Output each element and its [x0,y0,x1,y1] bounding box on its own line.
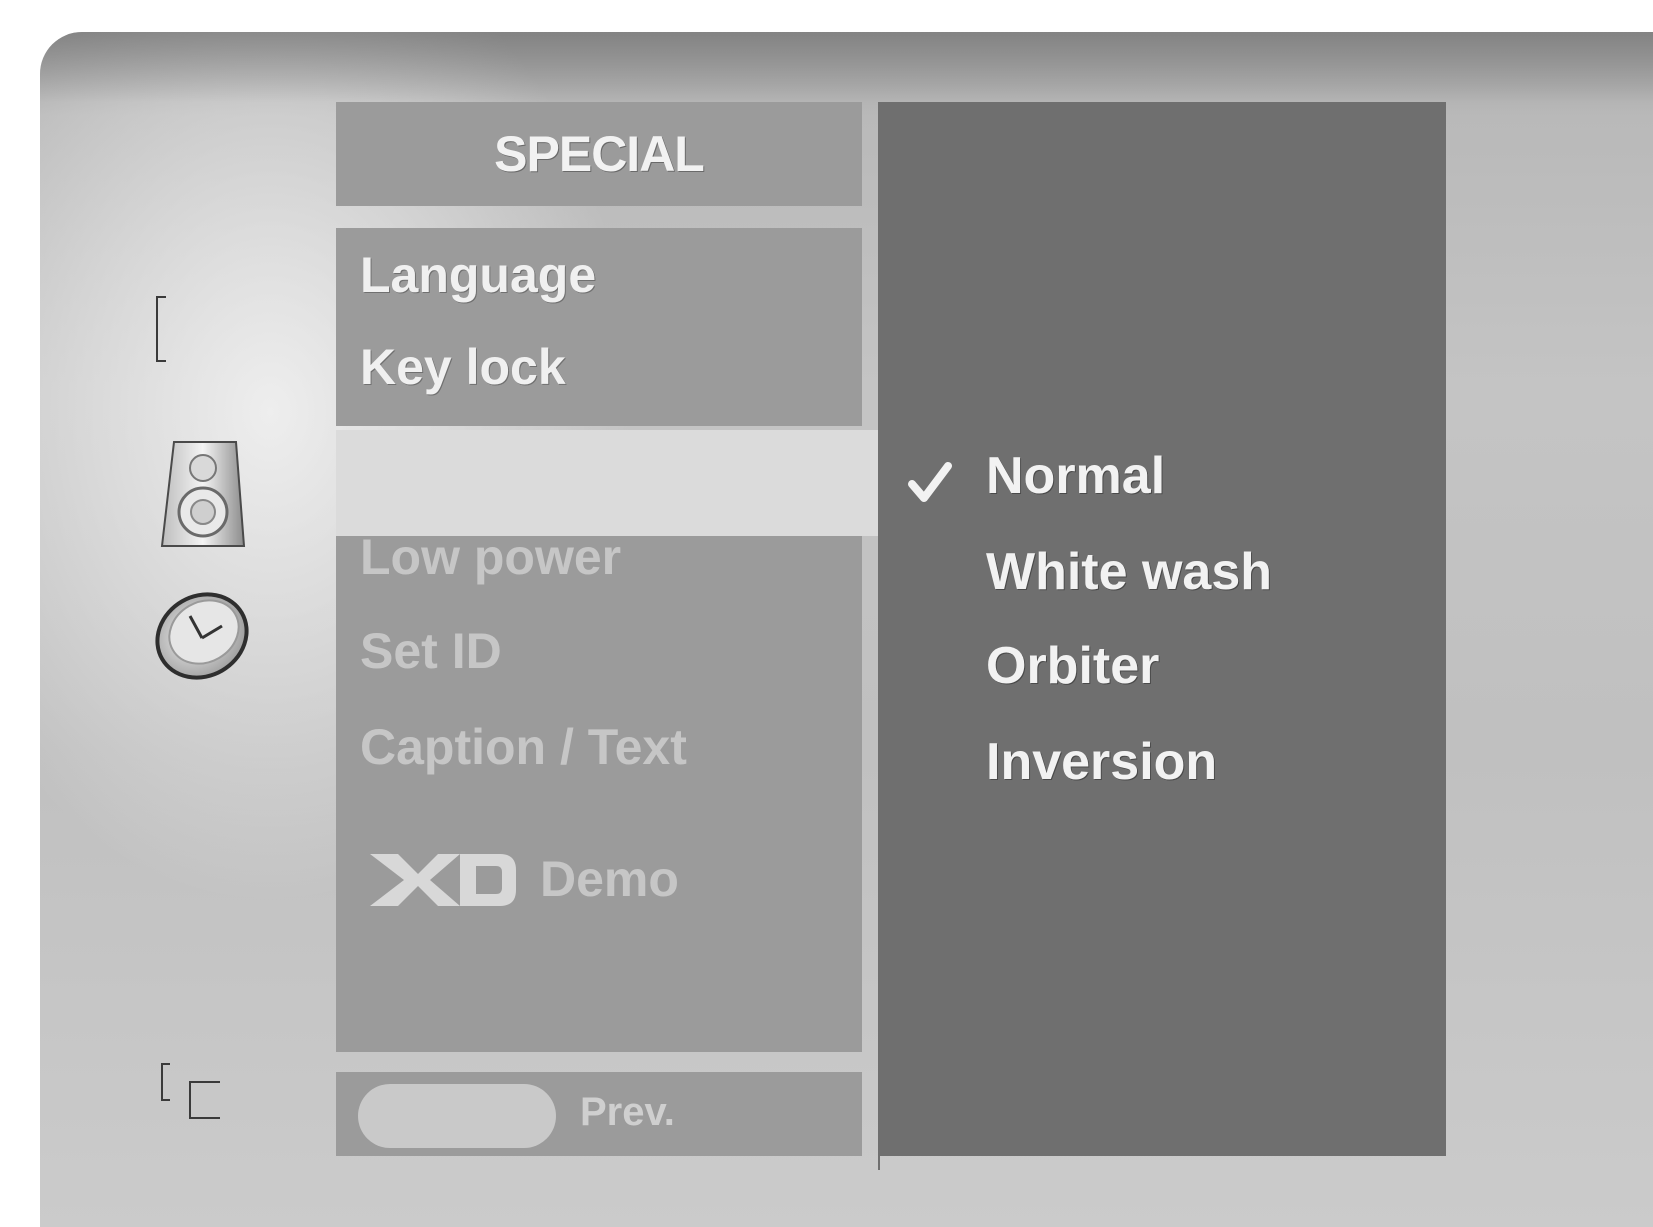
bracket-icon [156,296,166,362]
menu-list-bottom [336,536,862,1052]
option-inversion[interactable]: Inversion [986,732,1217,792]
option-white-wash[interactable]: White wash [986,542,1272,602]
submenu-divider [878,1156,880,1170]
clock-icon[interactable] [152,588,252,682]
corner-bracket-icon [161,1063,220,1119]
option-orbiter[interactable]: Orbiter [986,636,1159,696]
prev-label: Prev. [580,1090,675,1134]
menu-header: SPECIAL [336,102,862,206]
menu-item-set-id[interactable]: Set ID [360,622,502,680]
prev-button[interactable] [358,1084,556,1148]
speaker-icon[interactable] [160,440,246,548]
menu-item-language[interactable]: Language [360,246,596,304]
submenu-panel [878,102,1446,1156]
menu-item-xd-demo[interactable]: Demo [540,850,679,908]
tv-screen: SPECIAL Language Key lock Low power Set … [40,32,1653,1227]
menu-item-caption-text[interactable]: Caption / Text [360,718,687,776]
menu-item-low-power[interactable]: Low power [360,528,621,586]
xd-logo [370,854,516,906]
check-icon [908,462,952,502]
menu-item-selected[interactable] [336,430,900,536]
option-normal[interactable]: Normal [986,446,1165,506]
menu-title: SPECIAL [494,126,705,182]
menu-item-key-lock[interactable]: Key lock [360,338,566,396]
